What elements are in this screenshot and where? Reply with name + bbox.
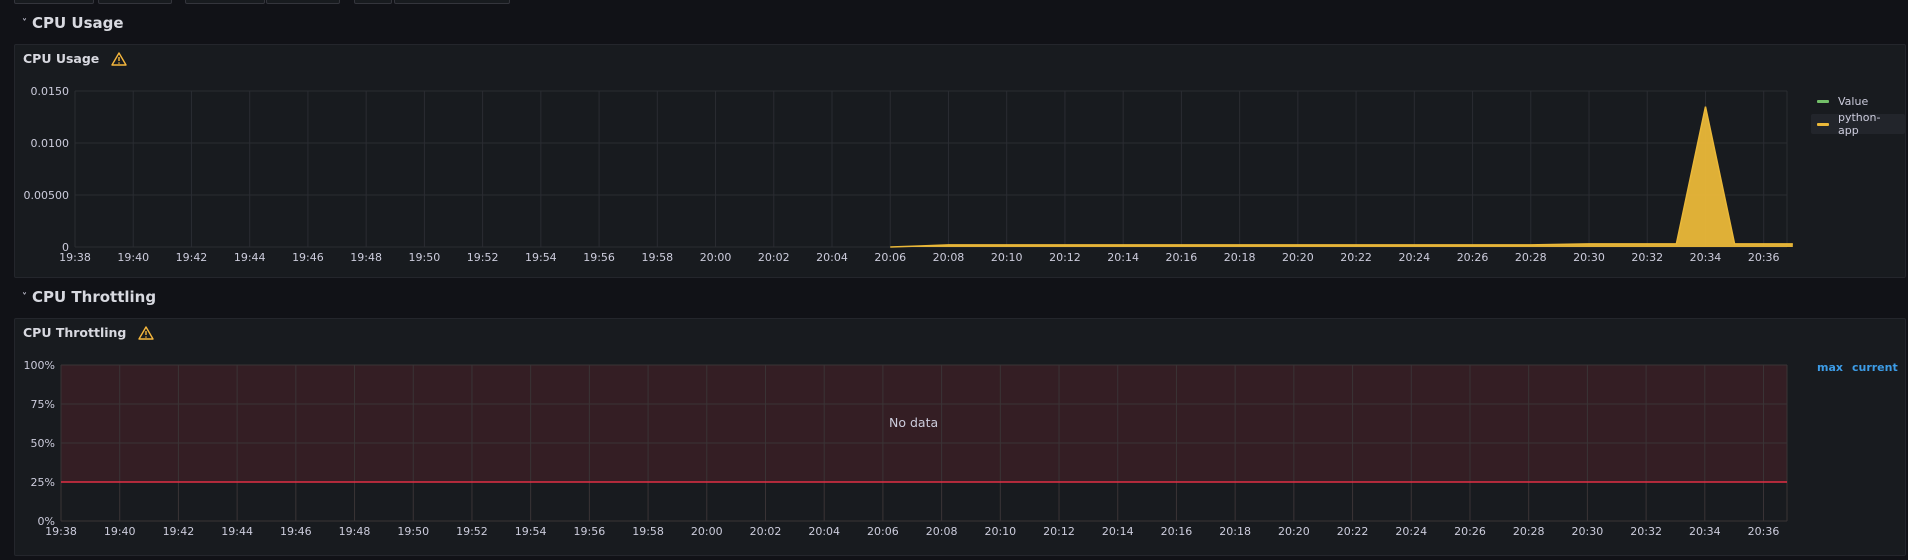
legend: Value python-app (1811, 91, 1905, 137)
legend-item[interactable]: Value (1811, 91, 1905, 111)
series-area-python-app (890, 106, 1793, 247)
toolbar-button[interactable] (266, 0, 340, 4)
x-tick-label: 20:02 (750, 525, 782, 538)
y-tick-label: 0 (62, 241, 69, 254)
toolbar-button[interactable] (354, 0, 392, 4)
series-line-python-app (890, 106, 1793, 248)
x-tick-label: 19:46 (280, 525, 312, 538)
x-tick-label: 19:56 (574, 525, 606, 538)
legend-swatch (1817, 122, 1829, 126)
x-tick-label: 20:00 (700, 251, 732, 264)
x-tick-label: 19:40 (104, 525, 136, 538)
x-tick-label: 20:28 (1515, 251, 1547, 264)
x-tick-label: 20:16 (1161, 525, 1193, 538)
toolbar-button[interactable] (394, 0, 510, 4)
toolbar-button[interactable] (185, 0, 265, 4)
x-tick-label: 19:50 (409, 251, 441, 264)
x-tick-label: 20:10 (984, 525, 1016, 538)
x-tick-label: 20:10 (991, 251, 1023, 264)
x-tick-label: 19:54 (525, 251, 557, 264)
x-tick-label: 20:06 (874, 251, 906, 264)
panel-cpu-usage: CPU Usage 19:38 19:40 19:42 19:44 19:46 19:48… (14, 44, 1906, 278)
x-tick-label: 19:40 (117, 251, 149, 264)
x-tick-label: 20:24 (1398, 251, 1430, 264)
y-tick-label: 25% (31, 476, 55, 489)
x-tick-label: 19:42 (176, 251, 208, 264)
x-tick-label: 20:22 (1340, 251, 1372, 264)
row-title: CPU Usage (32, 14, 124, 32)
x-tick-label: 20:04 (816, 251, 848, 264)
x-tick-label: 20:28 (1513, 525, 1545, 538)
legend-column-current[interactable]: current (1852, 361, 1898, 374)
y-tick-label: 50% (31, 437, 55, 450)
x-tick-label: 20:16 (1166, 251, 1198, 264)
x-tick-label: 19:56 (583, 251, 615, 264)
x-tick-label: 19:58 (641, 251, 673, 264)
x-tick-label: 20:08 (926, 525, 958, 538)
x-tick-label: 20:36 (1748, 251, 1780, 264)
x-tick-label: 20:22 (1337, 525, 1369, 538)
chevron-down-icon: ˅ (22, 291, 27, 303)
x-tick-label: 20:24 (1395, 525, 1427, 538)
row-title: CPU Throttling (32, 288, 157, 306)
y-tick-label: 0% (38, 515, 55, 528)
y-tick-label: 0.00500 (24, 189, 70, 202)
toolbar-button[interactable] (14, 0, 94, 4)
toolbar-button[interactable] (98, 0, 172, 4)
x-tick-label: 20:30 (1573, 251, 1605, 264)
chevron-down-icon: ˅ (22, 17, 27, 29)
x-tick-label: 19:44 (221, 525, 253, 538)
x-tick-label: 19:48 (339, 525, 371, 538)
legend-label: Value (1838, 94, 1869, 108)
legend-column-max[interactable]: max (1817, 361, 1843, 374)
x-tick-label: 20:32 (1631, 251, 1663, 264)
x-tick-label: 20:20 (1278, 525, 1310, 538)
x-tick-label: 20:00 (691, 525, 723, 538)
x-tick-label: 20:34 (1689, 525, 1721, 538)
x-tick-label: 19:48 (350, 251, 382, 264)
x-tick-label: 20:18 (1224, 251, 1256, 264)
x-tick-label: 20:26 (1457, 251, 1489, 264)
legend-header: max current (1817, 361, 1898, 374)
cpu-throttling-chart[interactable]: 19:38 19:40 19:42 19:44 19:46 19:48 19:50 19:52… (15, 319, 1905, 555)
x-tick-label: 20:14 (1107, 251, 1139, 264)
x-tick-label: 19:52 (456, 525, 488, 538)
x-tick-label: 20:18 (1219, 525, 1251, 538)
panel-cpu-throttling: CPU Throttling 19:38 19:40 19:42 19:44 19:46… (14, 318, 1906, 556)
x-tick-label: 20:26 (1454, 525, 1486, 538)
x-tick-label: 20:34 (1690, 251, 1722, 264)
legend-label: python-app (1837, 111, 1881, 137)
x-tick-label: 19:50 (397, 525, 429, 538)
x-tick-label: 19:44 (234, 251, 266, 264)
x-tick-label: 20:06 (867, 525, 899, 538)
x-tick-label: 20:32 (1630, 525, 1662, 538)
x-tick-label: 20:20 (1282, 251, 1314, 264)
x-tick-label: 20:30 (1572, 525, 1604, 538)
x-tick-label: 19:54 (515, 525, 547, 538)
x-tick-label: 20:08 (933, 251, 965, 264)
y-tick-label: 75% (31, 398, 55, 411)
y-tick-label: 100% (24, 359, 55, 372)
legend-swatch (1817, 99, 1829, 103)
y-tick-label: 0.0100 (31, 137, 70, 150)
x-tick-label: 20:14 (1102, 525, 1134, 538)
no-data-message: No data (889, 415, 939, 430)
y-tick-label: 0.0150 (31, 85, 70, 98)
x-tick-label: 19:46 (292, 251, 324, 264)
row-header-cpu-throttling[interactable]: ˅ CPU Throttling (22, 288, 156, 306)
x-tick-label: 20:12 (1049, 251, 1081, 264)
x-tick-label: 20:04 (808, 525, 840, 538)
x-tick-label: 20:12 (1043, 525, 1075, 538)
cpu-usage-chart[interactable]: 19:38 19:40 19:42 19:44 19:46 19:48 19:50 19:52… (15, 45, 1905, 277)
x-tick-label: 20:02 (758, 251, 790, 264)
legend-item[interactable]: python-app (1811, 111, 1905, 137)
x-tick-label: 20:36 (1748, 525, 1780, 538)
x-tick-label: 19:42 (163, 525, 195, 538)
x-tick-label: 19:52 (467, 251, 499, 264)
row-header-cpu-usage[interactable]: ˅ CPU Usage (22, 14, 124, 32)
x-tick-label: 19:58 (632, 525, 664, 538)
